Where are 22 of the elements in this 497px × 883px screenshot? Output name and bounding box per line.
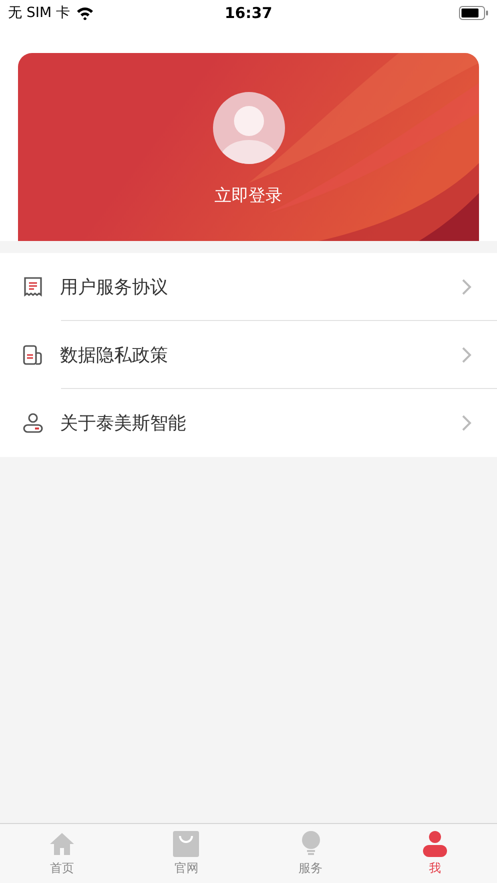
tab-item[interactable]: 服务 bbox=[248, 824, 373, 883]
menu-item[interactable]: 数据隐私政策 bbox=[0, 321, 497, 389]
person-icon bbox=[420, 830, 449, 858]
tab-item[interactable]: 首页 bbox=[0, 824, 124, 883]
battery-icon bbox=[459, 6, 489, 20]
clock-time: 16:37 bbox=[224, 4, 272, 22]
tab-item[interactable]: 官网 bbox=[124, 824, 248, 883]
carrier-label: 无 SIM 卡 bbox=[8, 4, 70, 22]
chevron-right-icon bbox=[461, 414, 473, 432]
menu-item[interactable]: 用户服务协议 bbox=[0, 253, 497, 321]
document-icon bbox=[22, 276, 44, 298]
wifi-icon bbox=[76, 6, 94, 20]
document-icon bbox=[22, 344, 44, 366]
avatar-icon[interactable] bbox=[212, 92, 284, 164]
chevron-right-icon bbox=[461, 278, 473, 296]
menu-item[interactable]: 关于泰美斯智能 bbox=[0, 389, 497, 457]
tab-item[interactable]: 我 bbox=[372, 824, 497, 883]
home-icon bbox=[48, 830, 76, 858]
chevron-right-icon bbox=[461, 346, 473, 364]
login-link[interactable]: 立即登录 bbox=[214, 184, 282, 206]
shopping-bag-icon bbox=[172, 830, 200, 858]
person-icon bbox=[22, 412, 44, 434]
